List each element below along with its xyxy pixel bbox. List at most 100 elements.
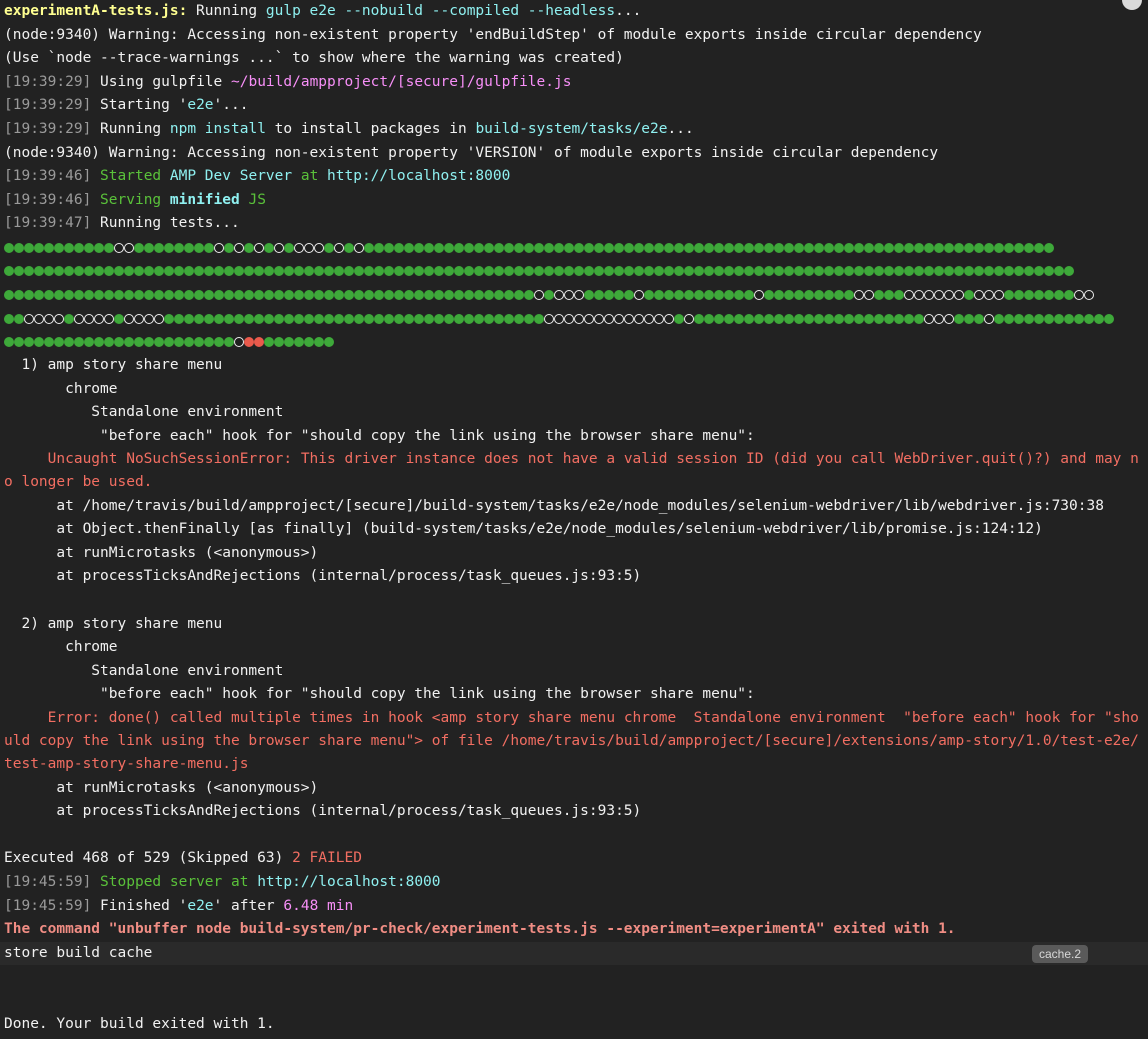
ts-close: ] [82,897,92,914]
pending-dot [564,289,574,300]
passed-dot [54,289,64,300]
passed-dot [424,313,434,324]
passed-dot [1044,266,1054,277]
passed-dot [244,313,254,324]
pending-dot [234,242,244,253]
timestamp: 19:39:29 [12,120,83,137]
passed-dot [1054,266,1064,277]
server-name: AMP Dev Server [169,168,293,185]
passed-dot [74,266,84,277]
passed-dot [204,289,214,300]
log-text: '... [213,97,249,114]
passed-dot [294,289,304,300]
passed-dot [34,337,44,348]
duration: 6.48 min [283,897,354,914]
passed-dot [314,337,324,348]
passed-dot [594,289,604,300]
passed-dot [994,266,1004,277]
passed-dot [364,266,374,277]
log-line-starting: [19:39:29] Starting 'e2e'... [4,94,1148,118]
passed-dot [224,337,234,348]
passed-dot [954,242,964,253]
passed-dot [444,313,454,324]
passed-dot [254,313,264,324]
passed-dot [324,266,334,277]
passed-dot [884,242,894,253]
passed-dot [404,242,414,253]
pending-dot [84,313,94,324]
passed-dot [64,266,74,277]
pending-dot [124,242,134,253]
done-line: Done. Your build exited with 1. [4,1015,275,1032]
passed-dot [144,242,154,253]
passed-dot [444,289,454,300]
passed-dot [54,266,64,277]
passed-dot [744,266,754,277]
passed-dot [1034,313,1044,324]
pending-dot [54,313,64,324]
ts-open: [ [4,191,13,208]
passed-dot [914,313,924,324]
passed-dot [1044,289,1054,300]
passed-dot [294,337,304,348]
passed-dot [124,289,134,300]
ts-open: [ [4,73,13,90]
failure-title: 2) amp story share menu [4,615,223,632]
passed-dot [704,313,714,324]
passed-dot [894,266,904,277]
failure-hook: "before each" hook for "should copy the … [4,686,755,703]
ts-open: [ [4,120,13,137]
failure-env: Standalone environment [4,662,284,679]
passed-dot [394,313,404,324]
passed-dot [754,266,764,277]
passed-dot [384,266,394,277]
passed-dot [244,242,254,253]
passed-dot [304,266,314,277]
passed-dot [174,242,184,253]
pending-dot [234,337,244,348]
passed-dot [884,289,894,300]
passed-dot [754,242,764,253]
pending-dot [354,242,364,253]
passed-dot [474,289,484,300]
ts-open: [ [4,215,13,232]
passed-dot [964,313,974,324]
passed-dot [494,266,504,277]
passed-dot [364,313,374,324]
passed-dot [34,242,44,253]
passed-dot [784,313,794,324]
pending-dot [74,313,84,324]
passed-dot [874,266,884,277]
passed-dot [984,242,994,253]
passed-dot [524,266,534,277]
pending-dot [1074,289,1084,300]
passed-dot [284,337,294,348]
passed-dot [784,289,794,300]
ts-open: [ [4,168,13,185]
fold-store-build-cache[interactable]: store build cache cache.2 [0,941,1148,966]
passed-dot [774,313,784,324]
passed-dot [844,289,854,300]
passed-dot [584,242,594,253]
passed-dot [714,242,724,253]
stack-frame: at Object.thenFinally [as finally] (buil… [4,521,1043,538]
failure-list: 1) amp story share menu chrome Standalon… [4,354,1148,824]
passed-dot [24,266,34,277]
passed-dot [814,266,824,277]
passed-dot [974,242,984,253]
passed-dot [14,313,24,324]
passed-dot [1094,313,1104,324]
passed-dot [264,266,274,277]
passed-dot [974,313,984,324]
passed-dot [34,289,44,300]
passed-dot [134,266,144,277]
passed-dot [884,313,894,324]
timestamp: 19:45:59 [12,897,83,914]
passed-dot [24,337,34,348]
passed-dot [14,289,24,300]
timestamp: 19:45:59 [12,874,83,891]
pending-dot [34,313,44,324]
passed-dot [824,242,834,253]
log-line-started: [19:39:46] Started AMP Dev Server at htt… [4,165,1148,189]
passed-dot [734,313,744,324]
